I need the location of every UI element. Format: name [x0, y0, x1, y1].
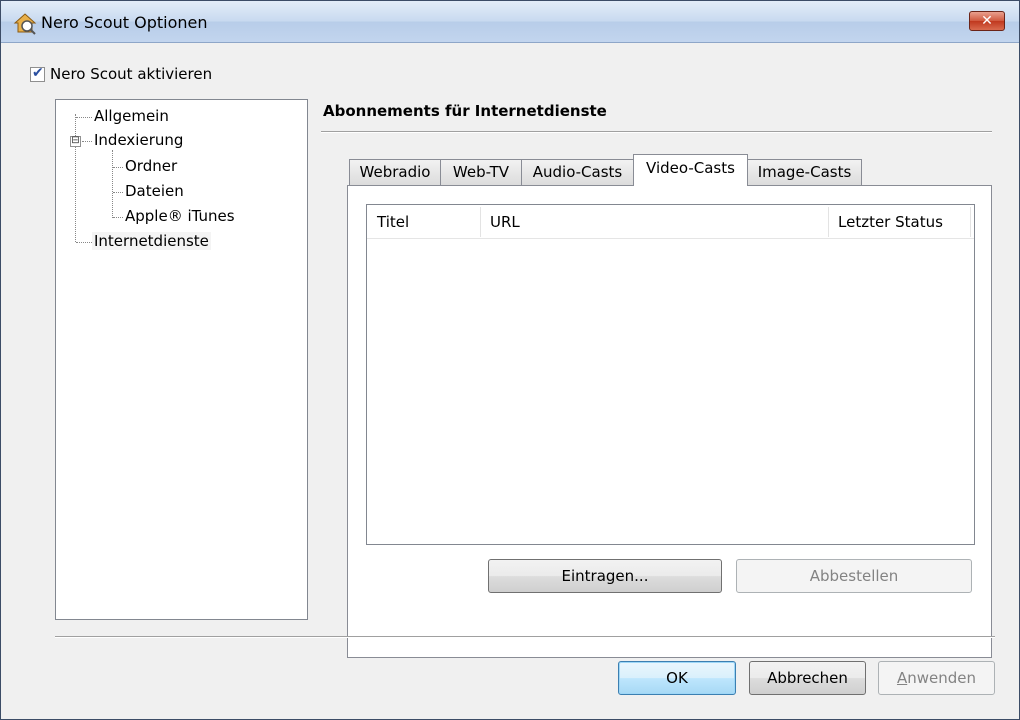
footer-divider [55, 636, 995, 638]
tab-webradio[interactable]: Webradio [349, 159, 441, 185]
tree-item-indexierung[interactable]: Indexierung [94, 131, 183, 149]
collapse-icon[interactable]: ⊟ [70, 136, 81, 147]
panel-title: Abonnements für Internetdienste [323, 102, 607, 120]
subscriptions-list[interactable]: Titel URL Letzter Status [366, 204, 975, 545]
tree-line [113, 192, 123, 193]
column-header-letzter-status[interactable]: Letzter Status [828, 205, 970, 239]
title-bar[interactable]: Nero Scout Optionen ✕ [1, 1, 1019, 43]
tree-line [82, 141, 92, 142]
tree-line [76, 117, 92, 118]
list-header: Titel URL Letzter Status [367, 205, 974, 239]
nero-scout-icon [13, 13, 37, 35]
apply-mnemonic: A [896, 669, 908, 687]
tree-line [75, 114, 76, 242]
apply-label: nwenden [907, 669, 977, 687]
options-dialog: Nero Scout Optionen ✕ ✔ Nero Scout aktiv… [0, 0, 1020, 720]
close-icon: ✕ [981, 13, 993, 29]
tab-audio-casts[interactable]: Audio-Casts [521, 159, 634, 185]
tree-line [113, 167, 123, 168]
tab-web-tv[interactable]: Web-TV [440, 159, 522, 185]
tree-line [112, 150, 113, 218]
window-title: Nero Scout Optionen [41, 13, 208, 32]
tree-item-internetdienste[interactable]: Internetdienste [92, 232, 211, 250]
enable-scout-row[interactable]: ✔ Nero Scout aktivieren [30, 65, 212, 83]
dialog-client: ✔ Nero Scout aktivieren Allgemein ⊟ Inde… [2, 44, 1018, 719]
subscribe-button[interactable]: Eintragen... [488, 559, 722, 593]
tree-line [76, 242, 92, 243]
settings-tree[interactable]: Allgemein ⊟ Indexierung Ordner Dateien A… [55, 99, 308, 620]
tree-line [113, 217, 123, 218]
close-button[interactable]: ✕ [969, 11, 1005, 31]
tab-video-casts[interactable]: Video-Casts [633, 154, 748, 186]
checkmark-icon: ✔ [32, 64, 44, 81]
tab-image-casts[interactable]: Image-Casts [747, 159, 862, 185]
apply-button[interactable]: Anwenden [878, 661, 995, 695]
enable-scout-checkbox[interactable]: ✔ [30, 64, 45, 82]
column-header-url[interactable]: URL [480, 205, 828, 239]
ok-button[interactable]: OK [618, 661, 736, 695]
unsubscribe-button[interactable]: Abbestellen [736, 559, 972, 593]
tree-item-ordner[interactable]: Ordner [125, 157, 177, 175]
enable-scout-label: Nero Scout aktivieren [50, 65, 213, 83]
cancel-button[interactable]: Abbrechen [749, 661, 866, 695]
tree-item-itunes[interactable]: Apple® iTunes [125, 207, 235, 225]
column-header-titel[interactable]: Titel [367, 205, 480, 239]
tree-item-allgemein[interactable]: Allgemein [94, 107, 169, 125]
panel-title-divider [321, 131, 992, 133]
tree-item-dateien[interactable]: Dateien [125, 182, 184, 200]
column-divider[interactable] [970, 207, 971, 237]
